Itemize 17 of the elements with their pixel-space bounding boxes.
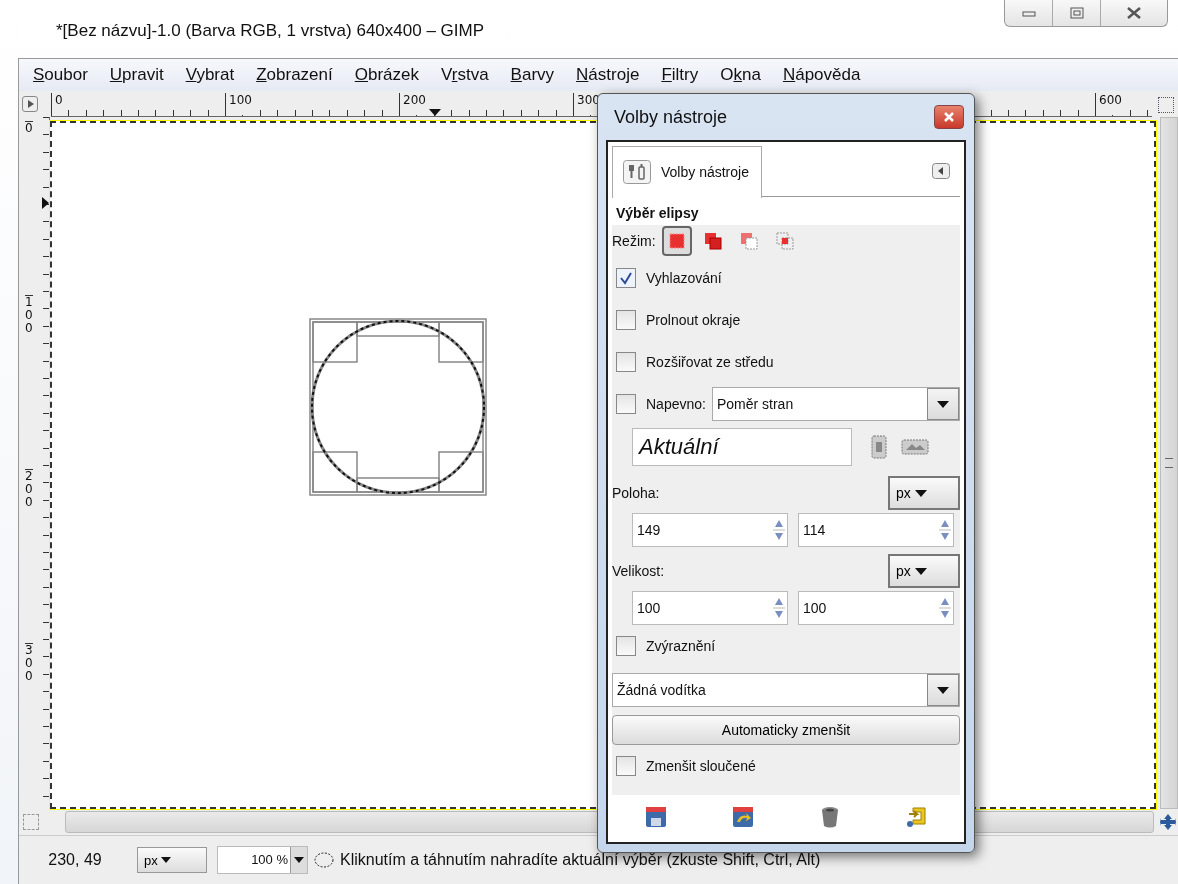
- ruler-label: 200: [399, 93, 426, 115]
- tool-name: Výběr elipsy: [615, 204, 700, 223]
- window-title: *[Bez názvu]-1.0 (Barva RGB, 1 vrstva) 640x400 – GIMP: [56, 21, 484, 41]
- ruler-label: 600: [1095, 93, 1122, 115]
- checkbox-label: Zvýraznění: [646, 638, 716, 654]
- field-label: Poloha:: [612, 485, 660, 501]
- dialog-title: Volby nástroje: [614, 106, 728, 128]
- pointer-coordinates: 230, 49: [47, 851, 103, 869]
- ruler-label: 100: [225, 93, 252, 115]
- checkbox-label: Zmenšit sloučené: [646, 758, 756, 774]
- field-label: Velikost:: [612, 563, 665, 579]
- checkbox-label: Rozšiřovat ze středu: [646, 354, 774, 370]
- checkbox-label: Prolnout okraje: [646, 312, 741, 328]
- checkbox-label: Vyhlazování: [646, 270, 722, 286]
- checkbox-label: Napevno:: [646, 396, 706, 412]
- status-message: Kliknutím a táhnutím nahradíte aktuální výběr (zkuste Shift, Ctrl, Alt): [340, 851, 821, 869]
- mode-label: Režim:: [612, 233, 656, 249]
